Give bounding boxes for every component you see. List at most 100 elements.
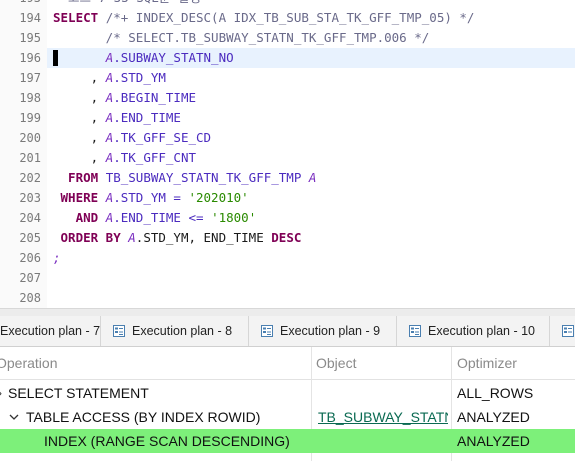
line-number: 199 — [19, 111, 41, 125]
editor-line[interactable]: 194 SELECT /*+ INDEX_DESC(A IDX_TB_SUB_ST… — [0, 8, 575, 28]
object-cell — [318, 429, 450, 453]
line-number: 200 — [19, 131, 41, 145]
code-token: AND — [53, 210, 106, 225]
line-code: WHERE A.STD_YM = '202010' — [53, 188, 249, 208]
code-token: .STD_YM — [113, 70, 166, 85]
line-number: 203 — [19, 191, 41, 205]
editor-line[interactable]: 198 , A.BEGIN_TIME — [0, 88, 575, 108]
line-code: , A.TK_GFF_SE_CD — [53, 128, 211, 148]
table-row[interactable]: › SELECT STATEMENT ALL_ROWS — [0, 381, 575, 405]
editor-line[interactable]: 208 — [0, 288, 575, 308]
code-token: ; — [53, 250, 61, 265]
optimizer-cell: ANALYZED — [457, 409, 530, 425]
code-token: , — [53, 150, 106, 165]
operation-cell: SELECT STATEMENT — [8, 385, 149, 401]
line-number: 208 — [19, 291, 41, 305]
object-cell — [318, 381, 450, 405]
line-number: 204 — [19, 211, 41, 225]
code-token: A — [308, 170, 317, 185]
code-token: SELECT — [53, 10, 106, 25]
tab-label: Execution plan - 9 — [280, 324, 381, 338]
tab-execution-plan-10[interactable]: Execution plan - 10 — [397, 316, 550, 346]
line-code: /* SELECT.TB_SUBWAY_STATN_TK_GFF_TMP.006… — [53, 28, 430, 48]
code-token: FROM — [53, 170, 106, 185]
sql-editor[interactable]: 193 --코드 7-33 SQL문 실행 194 SELECT /*+ INDE… — [0, 0, 575, 308]
column-header-optimizer[interactable]: Optimizer — [457, 347, 517, 379]
line-number: 197 — [19, 71, 41, 85]
line-number: 196 — [19, 51, 41, 65]
tab-execution-plan-8[interactable]: Execution plan - 8 — [101, 316, 249, 346]
results-tab-bar: Execution plan - 7 Execution plan - 8 Ex… — [0, 316, 575, 347]
line-code: FROM TB_SUBWAY_STATN_TK_GFF_TMP A — [53, 168, 316, 188]
code-token: .SUBWAY_STATN_NO — [113, 50, 234, 65]
line-code: SELECT /*+ INDEX_DESC(A IDX_TB_SUB_STA_T… — [53, 8, 474, 28]
editor-line[interactable]: 199 , A.END_TIME — [0, 108, 575, 128]
editor-line[interactable]: 203 WHERE A.STD_YM = '202010' — [0, 188, 575, 208]
line-code: ; — [53, 248, 61, 268]
line-number: 207 — [19, 271, 41, 285]
code-token: A — [128, 230, 136, 245]
editor-line[interactable]: 206; — [0, 248, 575, 268]
chevron-down-icon[interactable] — [9, 412, 19, 422]
code-token: .STD_YM = — [113, 190, 189, 205]
code-token: ORDER BY — [53, 230, 129, 245]
code-token: .TK_GFF_CNT — [113, 150, 197, 165]
editor-line[interactable]: 204 AND A.END_TIME <= '1800' — [0, 208, 575, 228]
column-header-object[interactable]: Object — [316, 347, 356, 379]
line-number: 205 — [19, 231, 41, 245]
line-code: , A.BEGIN_TIME — [53, 88, 196, 108]
execution-plan-grid: Operation Object Optimizer › SELECT STAT… — [0, 347, 575, 461]
code-token: DESC — [271, 230, 302, 245]
line-number: 193 — [0, 0, 41, 8]
code-token: /*+ INDEX_DESC(A IDX_TB_SUB_STA_TK_GFF_T… — [105, 10, 475, 25]
code-token: .BEGIN_TIME — [113, 90, 197, 105]
code-token: , — [53, 70, 106, 85]
code-token: .END_TIME <= — [113, 210, 212, 225]
code-token: '1800' — [211, 210, 257, 225]
optimizer-cell: ANALYZED — [457, 433, 530, 449]
code-token: .END_TIME — [113, 110, 181, 125]
code-token: TB_SUBWAY_STATN_TK_GFF_TMP — [105, 170, 309, 185]
editor-line[interactable]: 197 , A.STD_YM — [0, 68, 575, 88]
table-row[interactable]: TABLE ACCESS (BY INDEX ROWID) TB_SUBWAY_… — [0, 405, 575, 429]
tab-label: Execution plan - 10 — [428, 324, 536, 338]
line-number: 195 — [19, 31, 41, 45]
editor-line: 193 --코드 7-33 SQL문 실행 — [0, 0, 575, 8]
line-number: 194 — [19, 11, 41, 25]
line-code: , A.TK_GFF_CNT — [53, 148, 196, 168]
code-token: /* SELECT.TB_SUBWAY_STATN_TK_GFF_TMP.006… — [53, 30, 430, 45]
text-caret — [53, 50, 58, 66]
line-code: AND A.END_TIME <= '1800' — [53, 208, 257, 228]
editor-line[interactable]: 202 FROM TB_SUBWAY_STATN_TK_GFF_TMP A — [0, 168, 575, 188]
execution-plan-icon — [562, 325, 574, 337]
line-code: , A.END_TIME — [53, 108, 181, 128]
code-token: , — [53, 90, 106, 105]
code-token: .TK_GFF_SE_CD — [113, 130, 212, 145]
tab-execution-plan-7[interactable]: Execution plan - 7 — [0, 316, 101, 346]
editor-line[interactable]: 201 , A.TK_GFF_CNT — [0, 148, 575, 168]
object-link[interactable]: TB_SUBWAY_STATN_TK_GFF_TMP — [318, 405, 448, 429]
tab-label: Execution plan - 8 — [132, 324, 233, 338]
line-code: ORDER BY A.STD_YM, END_TIME DESC — [53, 228, 302, 248]
line-code: --코드 7-33 SQL문 실행 — [53, 0, 201, 8]
editor-line[interactable]: 200 , A.TK_GFF_SE_CD — [0, 128, 575, 148]
column-header-operation[interactable]: Operation — [0, 347, 57, 379]
code-token: WHERE — [53, 190, 106, 205]
line-code: , A.STD_YM — [53, 68, 166, 88]
code-token: '202010' — [188, 190, 249, 205]
operation-cell: INDEX (RANGE SCAN DESCENDING) — [44, 433, 290, 449]
line-number: 206 — [19, 251, 41, 265]
line-number: 201 — [19, 151, 41, 165]
line-number: 202 — [19, 171, 41, 185]
line-number: 198 — [19, 91, 41, 105]
chevron-right-icon[interactable]: › — [0, 381, 2, 405]
tab-execution-plan-next[interactable] — [550, 316, 575, 346]
editor-line[interactable]: 207 — [0, 268, 575, 288]
editor-line[interactable]: 195 /* SELECT.TB_SUBWAY_STATN_TK_GFF_TMP… — [0, 28, 575, 48]
table-row-selected[interactable]: INDEX (RANGE SCAN DESCENDING) ANALYZED — [0, 429, 575, 453]
editor-line-current[interactable]: 196 A.SUBWAY_STATN_NO — [0, 48, 575, 68]
code-token: .STD_YM, END_TIME — [135, 230, 272, 245]
tab-execution-plan-9[interactable]: Execution plan - 9 — [249, 316, 397, 346]
editor-line[interactable]: 205 ORDER BY A.STD_YM, END_TIME DESC — [0, 228, 575, 248]
